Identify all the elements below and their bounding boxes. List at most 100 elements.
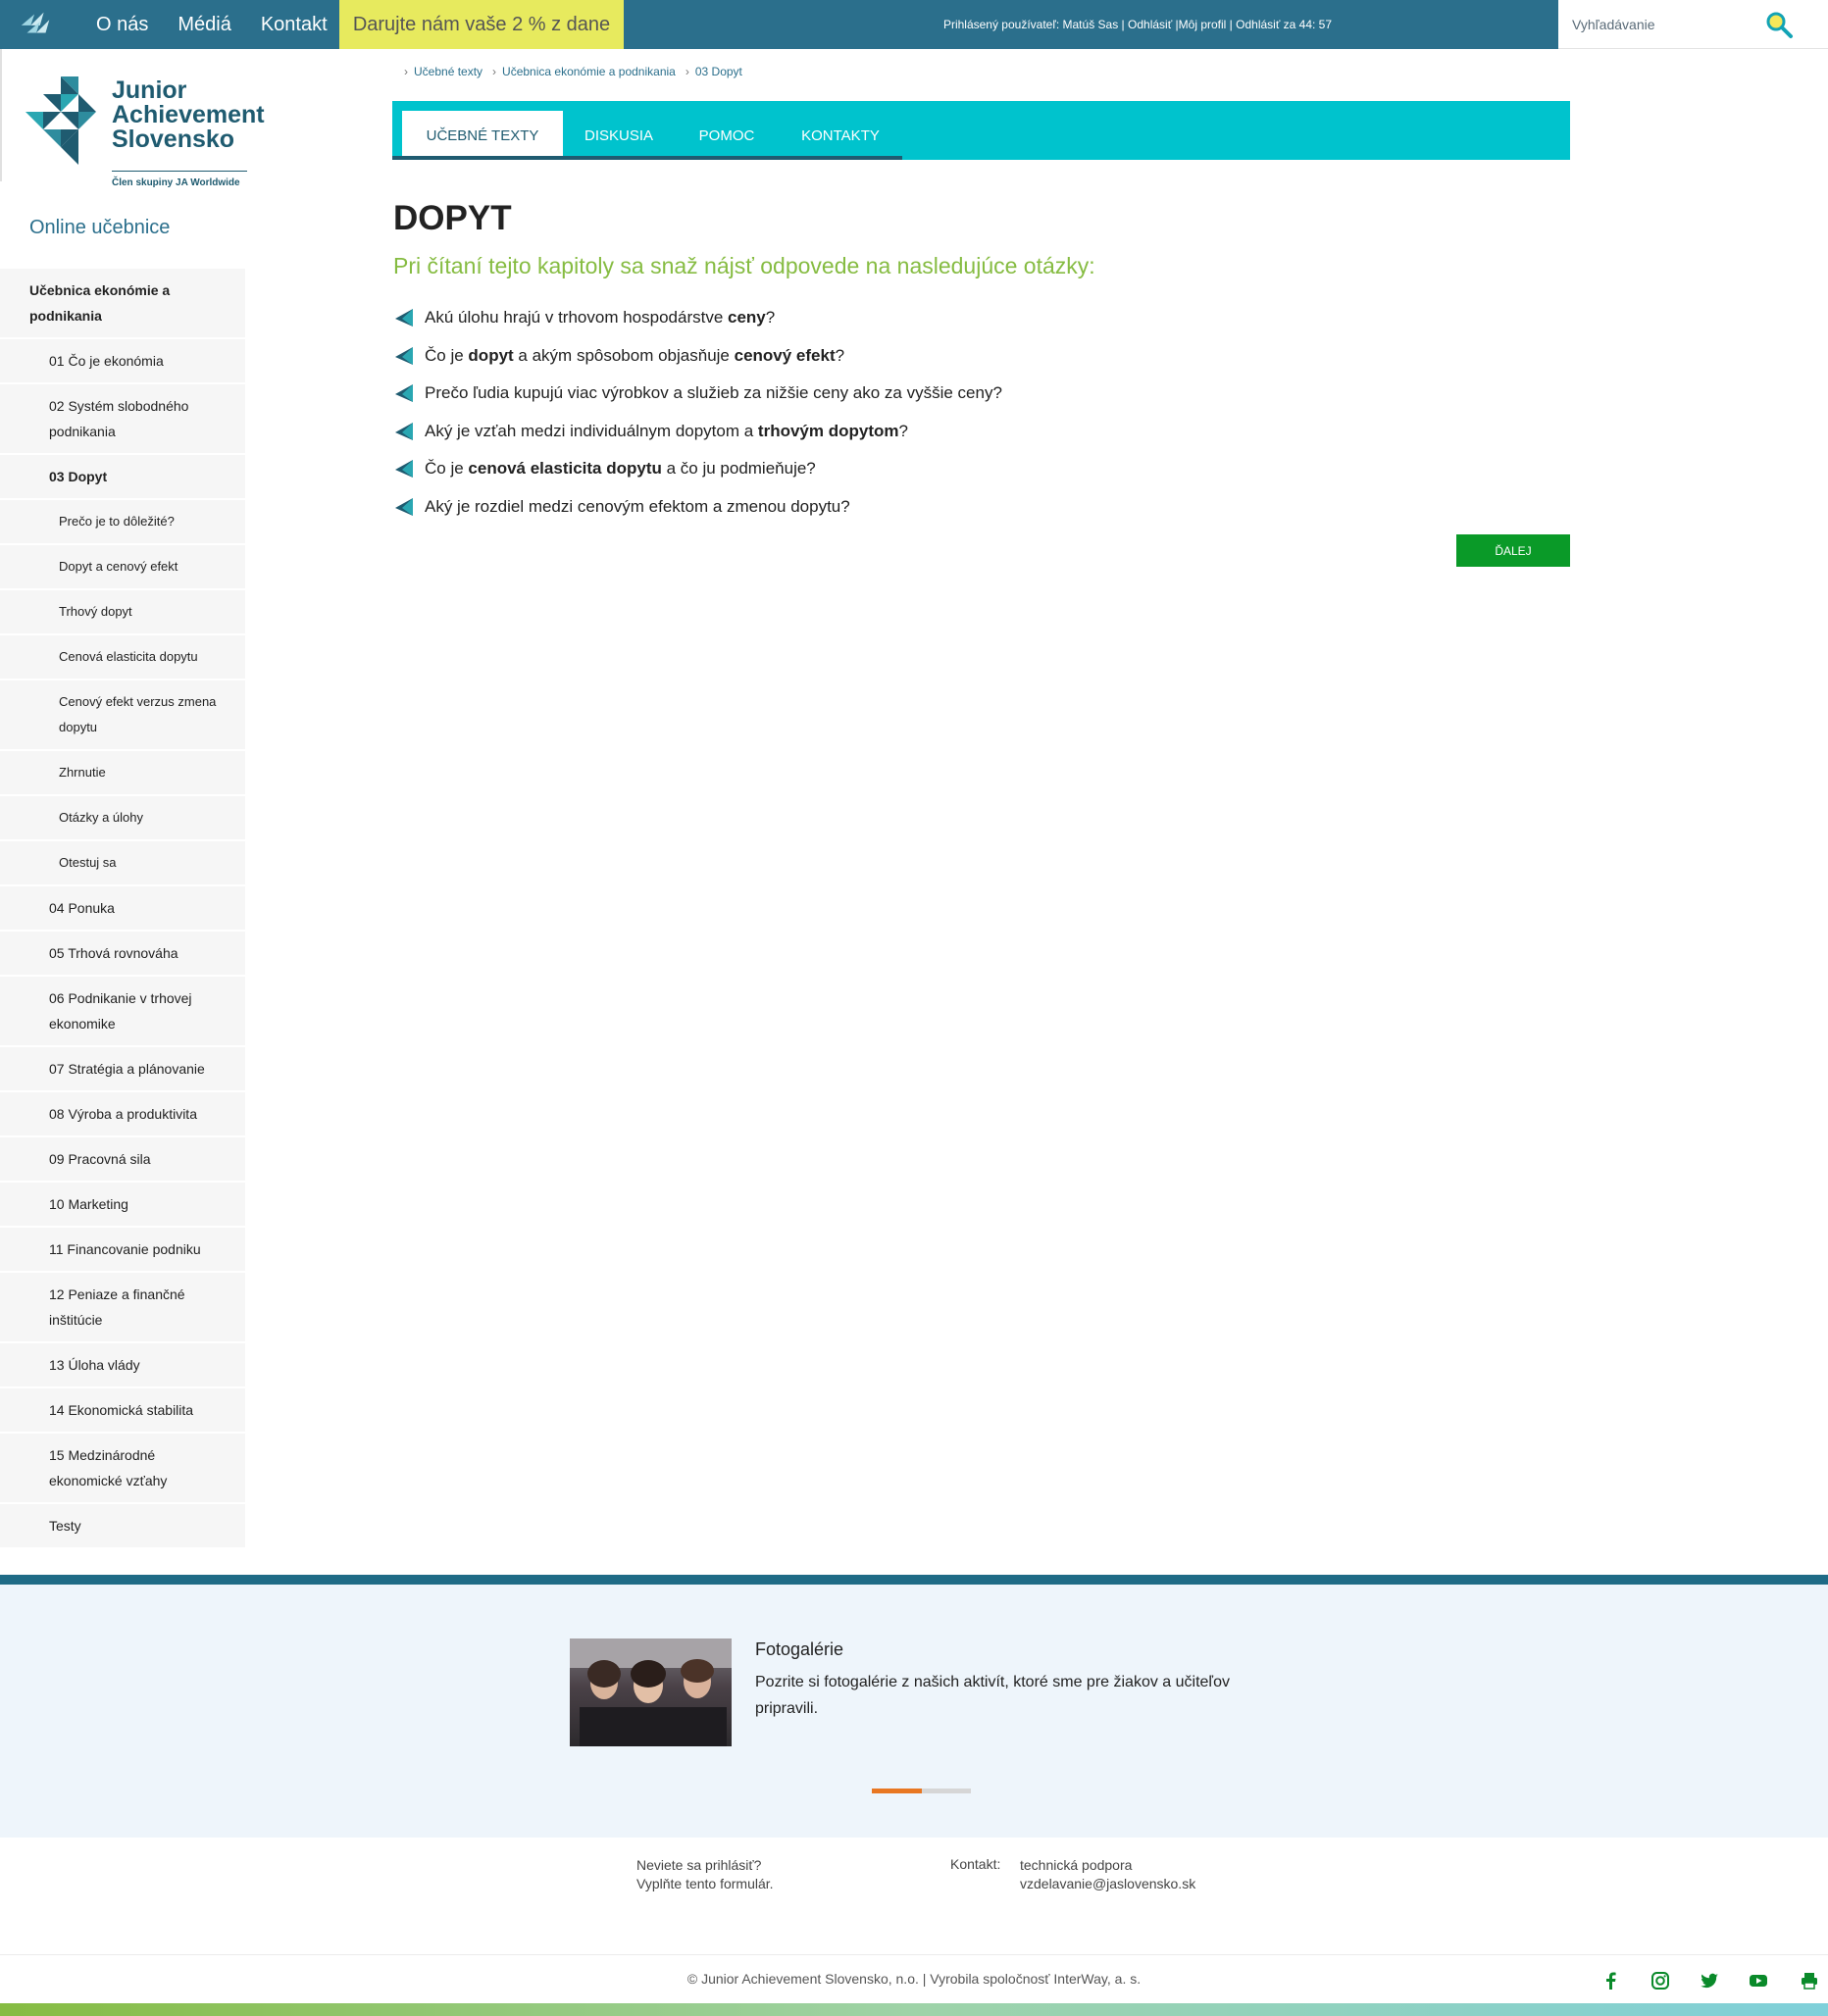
top-bar: O nás Médiá Kontakt Darujte nám vaše 2 %… [0, 0, 1828, 49]
logout-timer[interactable]: Odhlásiť za 44: 57 [1236, 18, 1332, 31]
youtube-icon[interactable] [1749, 1971, 1768, 1991]
sidebar-item[interactable]: 06 Podnikanie v trhovej ekonomike [0, 977, 245, 1047]
sidebar-item[interactable]: Cenový efekt verzus zmena dopytu [0, 680, 245, 751]
instagram-icon[interactable] [1650, 1971, 1670, 1991]
login-form-link[interactable]: Vyplňte tento formulár. [636, 1875, 774, 1893]
donate-banner[interactable]: Darujte nám vaše 2 % z dane [339, 0, 624, 49]
sidebar-item[interactable]: 10 Marketing [0, 1183, 245, 1228]
question-item: Aký je rozdiel medzi cenovým efektom a z… [393, 488, 1002, 527]
sidebar-item[interactable]: Cenová elasticita dopytu [0, 635, 245, 680]
sidebar-item[interactable]: 01 Čo je ekonómia [0, 339, 245, 384]
question-item: Čo je dopyt a akým spôsobom objasňuje ce… [393, 337, 1002, 376]
bullet-arrow-icon [395, 422, 413, 440]
bullet-arrow-icon [395, 497, 413, 516]
sidebar-item[interactable]: 14 Ekonomická stabilita [0, 1388, 245, 1434]
question-keyword: cenová elasticita dopytu [468, 459, 662, 479]
footer-contact: technická podpora vzdelavanie@jaslovensk… [1020, 1856, 1195, 1893]
question-list: Akú úlohu hrajú v trhovom hospodárstve c… [393, 299, 1002, 526]
tab-contacts[interactable]: KONTAKTY [779, 111, 902, 160]
sidebar-title: Online učebnice [29, 217, 171, 238]
search-box [1558, 0, 1828, 49]
sidebar-item[interactable]: 02 Systém slobodného podnikania [0, 384, 245, 455]
question-fragment: ? [765, 308, 776, 328]
ja-small-logo-icon[interactable] [18, 5, 55, 42]
logout-link[interactable]: Odhlásiť [1128, 18, 1172, 31]
sidebar-item[interactable]: Prečo je to dôležité? [0, 500, 245, 545]
nav-media[interactable]: Médiá [178, 14, 230, 36]
question-keyword: cenový efekt [734, 345, 836, 365]
chevron-right-icon: › [492, 65, 497, 78]
sidebar-item[interactable]: Dopyt a cenový efekt [0, 545, 245, 590]
section-divider [0, 1575, 1828, 1585]
contact-name: technická podpora [1020, 1857, 1133, 1873]
sidebar-item[interactable]: Učebnica ekonómie a podnikania [0, 269, 245, 339]
logo-subtitle: Člen skupiny JA Worldwide [112, 171, 247, 188]
question-keyword: ceny [728, 308, 766, 328]
sidebar-item[interactable]: Otázky a úlohy [0, 796, 245, 841]
breadcrumb: › Učebné texty › Učebnica ekonómie a pod… [404, 65, 752, 78]
logo-text: Junior Achievement Slovensko [112, 78, 265, 152]
question-fragment: Čo je [425, 345, 469, 365]
question-item: Aký je vzťah medzi individuálnym dopytom… [393, 413, 1002, 451]
breadcrumb-item[interactable]: Učebnica ekonómie a podnikania [502, 65, 676, 78]
sidebar-item[interactable]: Testy [0, 1504, 245, 1549]
gallery-image[interactable] [570, 1638, 732, 1746]
print-icon[interactable] [1800, 1971, 1819, 1991]
separator: | [1226, 18, 1237, 31]
sidebar-item[interactable]: 08 Výroba a produktivita [0, 1092, 245, 1137]
gallery-title[interactable]: Fotogalérie [755, 1639, 843, 1660]
nav-about[interactable]: O nás [96, 14, 148, 36]
sidebar-item[interactable]: Zhrnutie [0, 751, 245, 796]
tab-underline [392, 156, 902, 160]
sidebar-item[interactable]: Trhový dopyt [0, 590, 245, 635]
facebook-icon[interactable] [1601, 1971, 1621, 1991]
bullet-arrow-icon [395, 460, 413, 479]
question-item: Akú úlohu hrajú v trhovom hospodárstve c… [393, 299, 1002, 337]
sidebar-item[interactable]: Otestuj sa [0, 841, 245, 886]
question-fragment: ? [898, 421, 908, 440]
breadcrumb-item[interactable]: 03 Dopyt [695, 65, 742, 78]
search-icon[interactable] [1764, 10, 1794, 39]
question-text: Čo je cenová elasticita dopytu a čo ju p… [425, 459, 816, 479]
sidebar-item[interactable]: 05 Trhová rovnováha [0, 932, 245, 977]
gallery-text: Pozrite si fotogalérie z našich aktivít,… [755, 1674, 1230, 1717]
tab-discussion[interactable]: DISKUSIA [563, 111, 675, 160]
question-keyword: trhovým dopytom [757, 421, 899, 440]
tab-bar: UČEBNÉ TEXTY DISKUSIA POMOC KONTAKTY [392, 101, 1570, 160]
tab-help[interactable]: POMOC [675, 111, 779, 160]
sidebar-item[interactable]: 04 Ponuka [0, 886, 245, 932]
sidebar-item[interactable]: 12 Peniaze a finančné inštitúcie [0, 1273, 245, 1343]
intro-text: Pri čítaní tejto kapitoly sa snaž nájsť … [393, 253, 1095, 278]
next-button[interactable]: ĎALEJ [1456, 534, 1570, 567]
profile-link[interactable]: Môj profil [1179, 18, 1227, 31]
tab-texts[interactable]: UČEBNÉ TEXTY [402, 111, 563, 160]
question-keyword: dopyt [468, 345, 514, 365]
top-nav: O nás Médiá Kontakt [81, 0, 342, 49]
sidebar-item[interactable]: 15 Medzinárodné ekonomické vzťahy [0, 1434, 245, 1504]
ja-logo-icon [25, 76, 96, 165]
contact-email[interactable]: vzdelavanie@jaslovensko.sk [1020, 1875, 1195, 1893]
sidebar-item[interactable]: 11 Financovanie podniku [0, 1228, 245, 1273]
question-fragment: a akým spôsobom objasňuje [513, 345, 735, 365]
contact-label: Kontakt: [950, 1856, 1001, 1872]
sidebar-item[interactable]: 03 Dopyt [0, 455, 245, 500]
logo-line: Junior [112, 76, 187, 104]
slider-indicator[interactable] [872, 1789, 971, 1793]
question-text: Aký je vzťah medzi individuálnym dopytom… [425, 422, 908, 441]
bullet-arrow-icon [395, 384, 413, 403]
user-bar: Prihlásený používateľ: Matúš Sas | Odhlá… [804, 0, 1471, 49]
nav-contact[interactable]: Kontakt [261, 14, 328, 36]
sidebar-item[interactable]: 13 Úloha vlády [0, 1343, 245, 1388]
question-fragment: Aký je vzťah medzi individuálnym dopytom… [425, 421, 758, 440]
breadcrumb-item[interactable]: Učebné texty [414, 65, 482, 78]
sidebar-item[interactable]: 09 Pracovná sila [0, 1137, 245, 1183]
user-prefix: Prihlásený používateľ: [942, 18, 1063, 31]
question-text: Akú úlohu hrajú v trhovom hospodárstve c… [425, 308, 775, 328]
slider-active [872, 1789, 922, 1793]
logo-line: Slovensko [112, 126, 235, 153]
logo[interactable]: Junior Achievement Slovensko Člen skupin… [0, 49, 284, 188]
search-input[interactable] [1572, 12, 1768, 37]
login-question: Neviete sa prihlásiť? [636, 1857, 762, 1873]
sidebar-item[interactable]: 07 Stratégia a plánovanie [0, 1047, 245, 1092]
twitter-icon[interactable] [1700, 1971, 1719, 1991]
